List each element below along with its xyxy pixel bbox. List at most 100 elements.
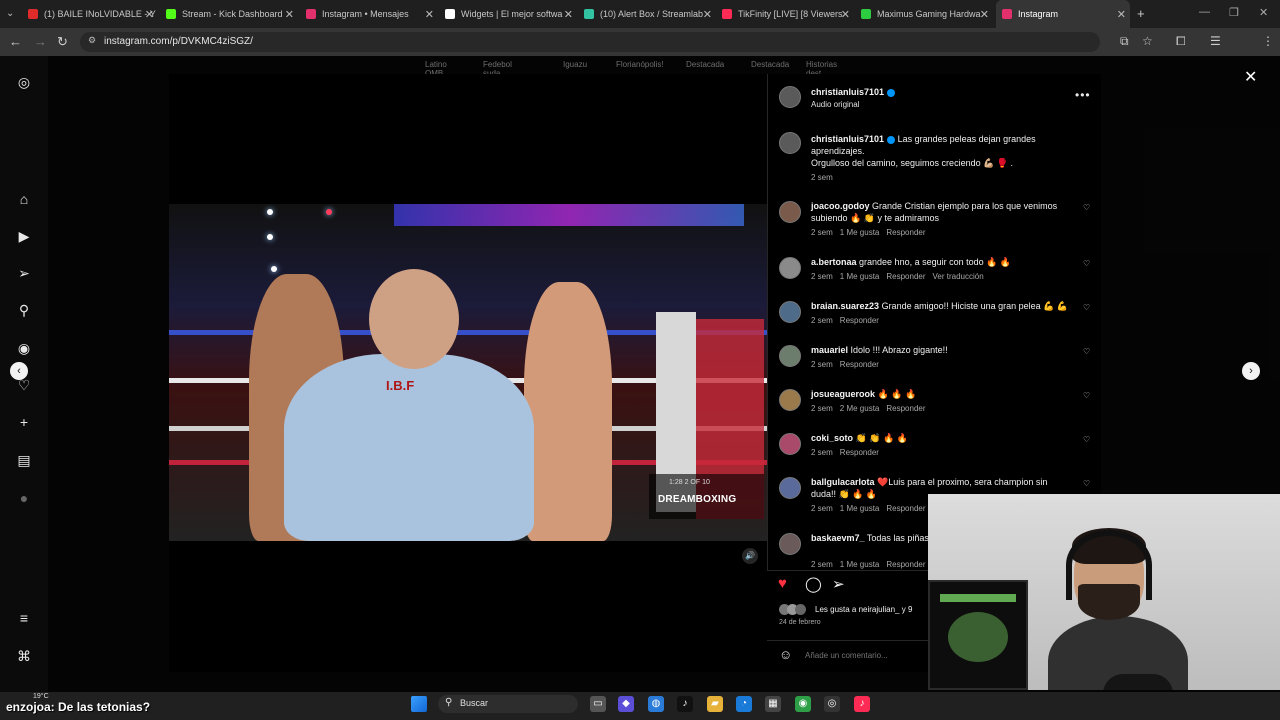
close-window-icon[interactable]: ✕ bbox=[1259, 6, 1268, 19]
comment-reply[interactable]: Responder bbox=[886, 228, 925, 237]
create-icon[interactable]: + bbox=[16, 414, 32, 430]
maximize-icon[interactable]: ❐ bbox=[1229, 6, 1239, 19]
tab-search-list-icon[interactable]: ☰ bbox=[1210, 34, 1221, 48]
obs-icon[interactable]: ◎ bbox=[824, 696, 840, 712]
comment-extra[interactable]: Ver traducción bbox=[933, 272, 984, 281]
audio-toggle-icon[interactable]: 🔊 bbox=[742, 548, 758, 564]
home-icon[interactable]: ⌂ bbox=[16, 191, 32, 207]
close-tab-icon[interactable]: ✕ bbox=[1117, 8, 1126, 21]
comment-reply[interactable]: Responder bbox=[886, 504, 925, 513]
profile-icon[interactable]: ● bbox=[16, 490, 32, 506]
story-label[interactable]: Destacada bbox=[751, 60, 789, 69]
close-tab-icon[interactable]: ✕ bbox=[564, 8, 573, 21]
comment-likes[interactable]: 1 Me gusta bbox=[840, 228, 880, 237]
back-icon[interactable]: ← bbox=[9, 34, 22, 50]
bookmark-star-icon[interactable]: ☆ bbox=[1142, 34, 1153, 48]
previous-post-arrow-icon[interactable]: ‹ bbox=[10, 362, 28, 380]
forward-icon[interactable]: → bbox=[34, 34, 47, 50]
reload-icon[interactable]: ↻ bbox=[57, 34, 68, 50]
commenter-avatar[interactable] bbox=[779, 301, 801, 323]
tab-search-icon[interactable]: ⌄ bbox=[6, 8, 14, 19]
weather-widget[interactable]: 19°C bbox=[33, 693, 49, 700]
share-icon[interactable]: ➢ bbox=[832, 575, 845, 593]
taskbar-search[interactable]: ⚲ Buscar bbox=[438, 695, 578, 713]
comment-icon[interactable]: ◯ bbox=[805, 575, 822, 593]
browser-tab[interactable]: Widgets | El mejor softwa ✕ bbox=[445, 0, 577, 28]
close-tab-icon[interactable]: ✕ bbox=[703, 8, 712, 21]
comment-username[interactable]: a.bertonaa bbox=[811, 257, 857, 267]
comment-reply[interactable]: Responder bbox=[886, 560, 925, 569]
copilot-icon[interactable]: ◍ bbox=[648, 696, 664, 712]
close-tab-icon[interactable]: ✕ bbox=[285, 8, 294, 21]
caption-username[interactable]: christianluis7101 bbox=[811, 134, 884, 144]
commenter-avatar[interactable] bbox=[779, 257, 801, 279]
browser-tab[interactable]: Stream - Kick Dashboard ✕ bbox=[166, 0, 298, 28]
emoji-icon[interactable]: ☺ bbox=[779, 647, 792, 662]
story-label[interactable]: Florianópolis! bbox=[616, 60, 664, 69]
teams-icon[interactable]: ◆ bbox=[618, 696, 634, 712]
comment-reply[interactable]: Responder bbox=[886, 272, 925, 281]
comment-likes[interactable]: 2 Me gusta bbox=[840, 404, 880, 413]
comment-like-heart-icon[interactable]: ♡ bbox=[1083, 203, 1090, 212]
tiktok-icon[interactable]: ♪ bbox=[677, 696, 693, 712]
commenter-avatar[interactable] bbox=[779, 477, 801, 499]
author-username[interactable]: christianluis7101 bbox=[811, 87, 884, 97]
commenter-avatar[interactable] bbox=[779, 433, 801, 455]
comment-reply[interactable]: Responder bbox=[840, 360, 879, 369]
comment-likes[interactable]: 1 Me gusta bbox=[840, 272, 880, 281]
browser-tab[interactable]: Maximus Gaming Hardwa ✕ bbox=[861, 0, 993, 28]
commenter-avatar[interactable] bbox=[779, 345, 801, 367]
author-avatar[interactable] bbox=[779, 86, 801, 108]
edge-icon[interactable]: ◔ bbox=[736, 696, 752, 712]
author-avatar[interactable] bbox=[779, 132, 801, 154]
story-label[interactable]: Iguazu bbox=[563, 60, 587, 69]
comment-username[interactable]: joacoo.godoy bbox=[811, 201, 870, 211]
commenter-avatar[interactable] bbox=[779, 201, 801, 223]
instagram-logo-icon[interactable]: ◎ bbox=[16, 74, 32, 90]
reels-icon[interactable]: ▶ bbox=[16, 228, 32, 244]
explore-icon[interactable]: ◉ bbox=[16, 340, 32, 356]
comment-username[interactable]: braian.suarez23 bbox=[811, 301, 879, 311]
comment-like-heart-icon[interactable]: ♡ bbox=[1083, 435, 1090, 444]
browser-tab[interactable]: Instagram • Mensajes ✕ bbox=[306, 0, 438, 28]
commenter-avatar[interactable] bbox=[779, 389, 801, 411]
search-icon[interactable]: ⚲ bbox=[16, 302, 32, 318]
messages-icon[interactable]: ➢ bbox=[16, 265, 32, 281]
windows-start-icon[interactable] bbox=[411, 696, 427, 712]
tiktok-live-icon[interactable]: ♪ bbox=[854, 696, 870, 712]
comment-like-heart-icon[interactable]: ♡ bbox=[1083, 259, 1090, 268]
close-tab-icon[interactable]: ✕ bbox=[841, 8, 850, 21]
more-options-icon[interactable]: ••• bbox=[1075, 88, 1091, 102]
comment-username[interactable]: ballgulacarlota bbox=[811, 477, 875, 487]
comment-username[interactable]: baskaevm7_ bbox=[811, 533, 865, 543]
browser-tab[interactable]: TikFinity [LIVE] [8 Viewers ✕ bbox=[722, 0, 854, 28]
chrome-icon[interactable]: ◉ bbox=[795, 696, 811, 712]
comment-like-heart-icon[interactable]: ♡ bbox=[1083, 303, 1090, 312]
new-tab-button[interactable]: + bbox=[1137, 6, 1145, 21]
browser-tab-active[interactable]: Instagram ✕ bbox=[996, 0, 1130, 28]
post-author[interactable]: christianluis7101 bbox=[811, 87, 896, 97]
close-modal-icon[interactable]: ✕ bbox=[1244, 67, 1257, 87]
close-tab-icon[interactable]: ✕ bbox=[425, 8, 434, 21]
comment-like-heart-icon[interactable]: ♡ bbox=[1083, 391, 1090, 400]
comment-like-heart-icon[interactable]: ♡ bbox=[1083, 347, 1090, 356]
extensions-icon[interactable]: ⧠ bbox=[1176, 34, 1186, 49]
comment-reply[interactable]: Responder bbox=[840, 448, 879, 457]
comment-username[interactable]: coki_soto bbox=[811, 433, 853, 443]
video-player[interactable] bbox=[169, 204, 767, 541]
store-icon[interactable]: ▦ bbox=[765, 696, 781, 712]
timestamp[interactable]: 2 sem bbox=[811, 173, 833, 182]
install-icon[interactable]: ⧉ bbox=[1120, 34, 1129, 49]
task-view-icon[interactable]: ▭ bbox=[590, 696, 606, 712]
minimize-icon[interactable]: — bbox=[1199, 6, 1210, 18]
comment-like-heart-icon[interactable]: ♡ bbox=[1083, 479, 1090, 488]
address-bar[interactable]: ⚙ instagram.com/p/DVKMC4ziSGZ/ bbox=[80, 32, 1100, 52]
browser-menu-icon[interactable]: ⋮ bbox=[1262, 34, 1274, 48]
file-explorer-icon[interactable]: ▰ bbox=[707, 696, 723, 712]
audio-label[interactable]: Audio original bbox=[811, 100, 859, 109]
more-menu-icon[interactable]: ≡ bbox=[16, 610, 32, 626]
comment-reply[interactable]: Responder bbox=[840, 316, 879, 325]
close-tab-icon[interactable]: ✕ bbox=[145, 8, 154, 21]
comment-reply[interactable]: Responder bbox=[886, 404, 925, 413]
comment-likes[interactable]: 1 Me gusta bbox=[840, 560, 880, 569]
